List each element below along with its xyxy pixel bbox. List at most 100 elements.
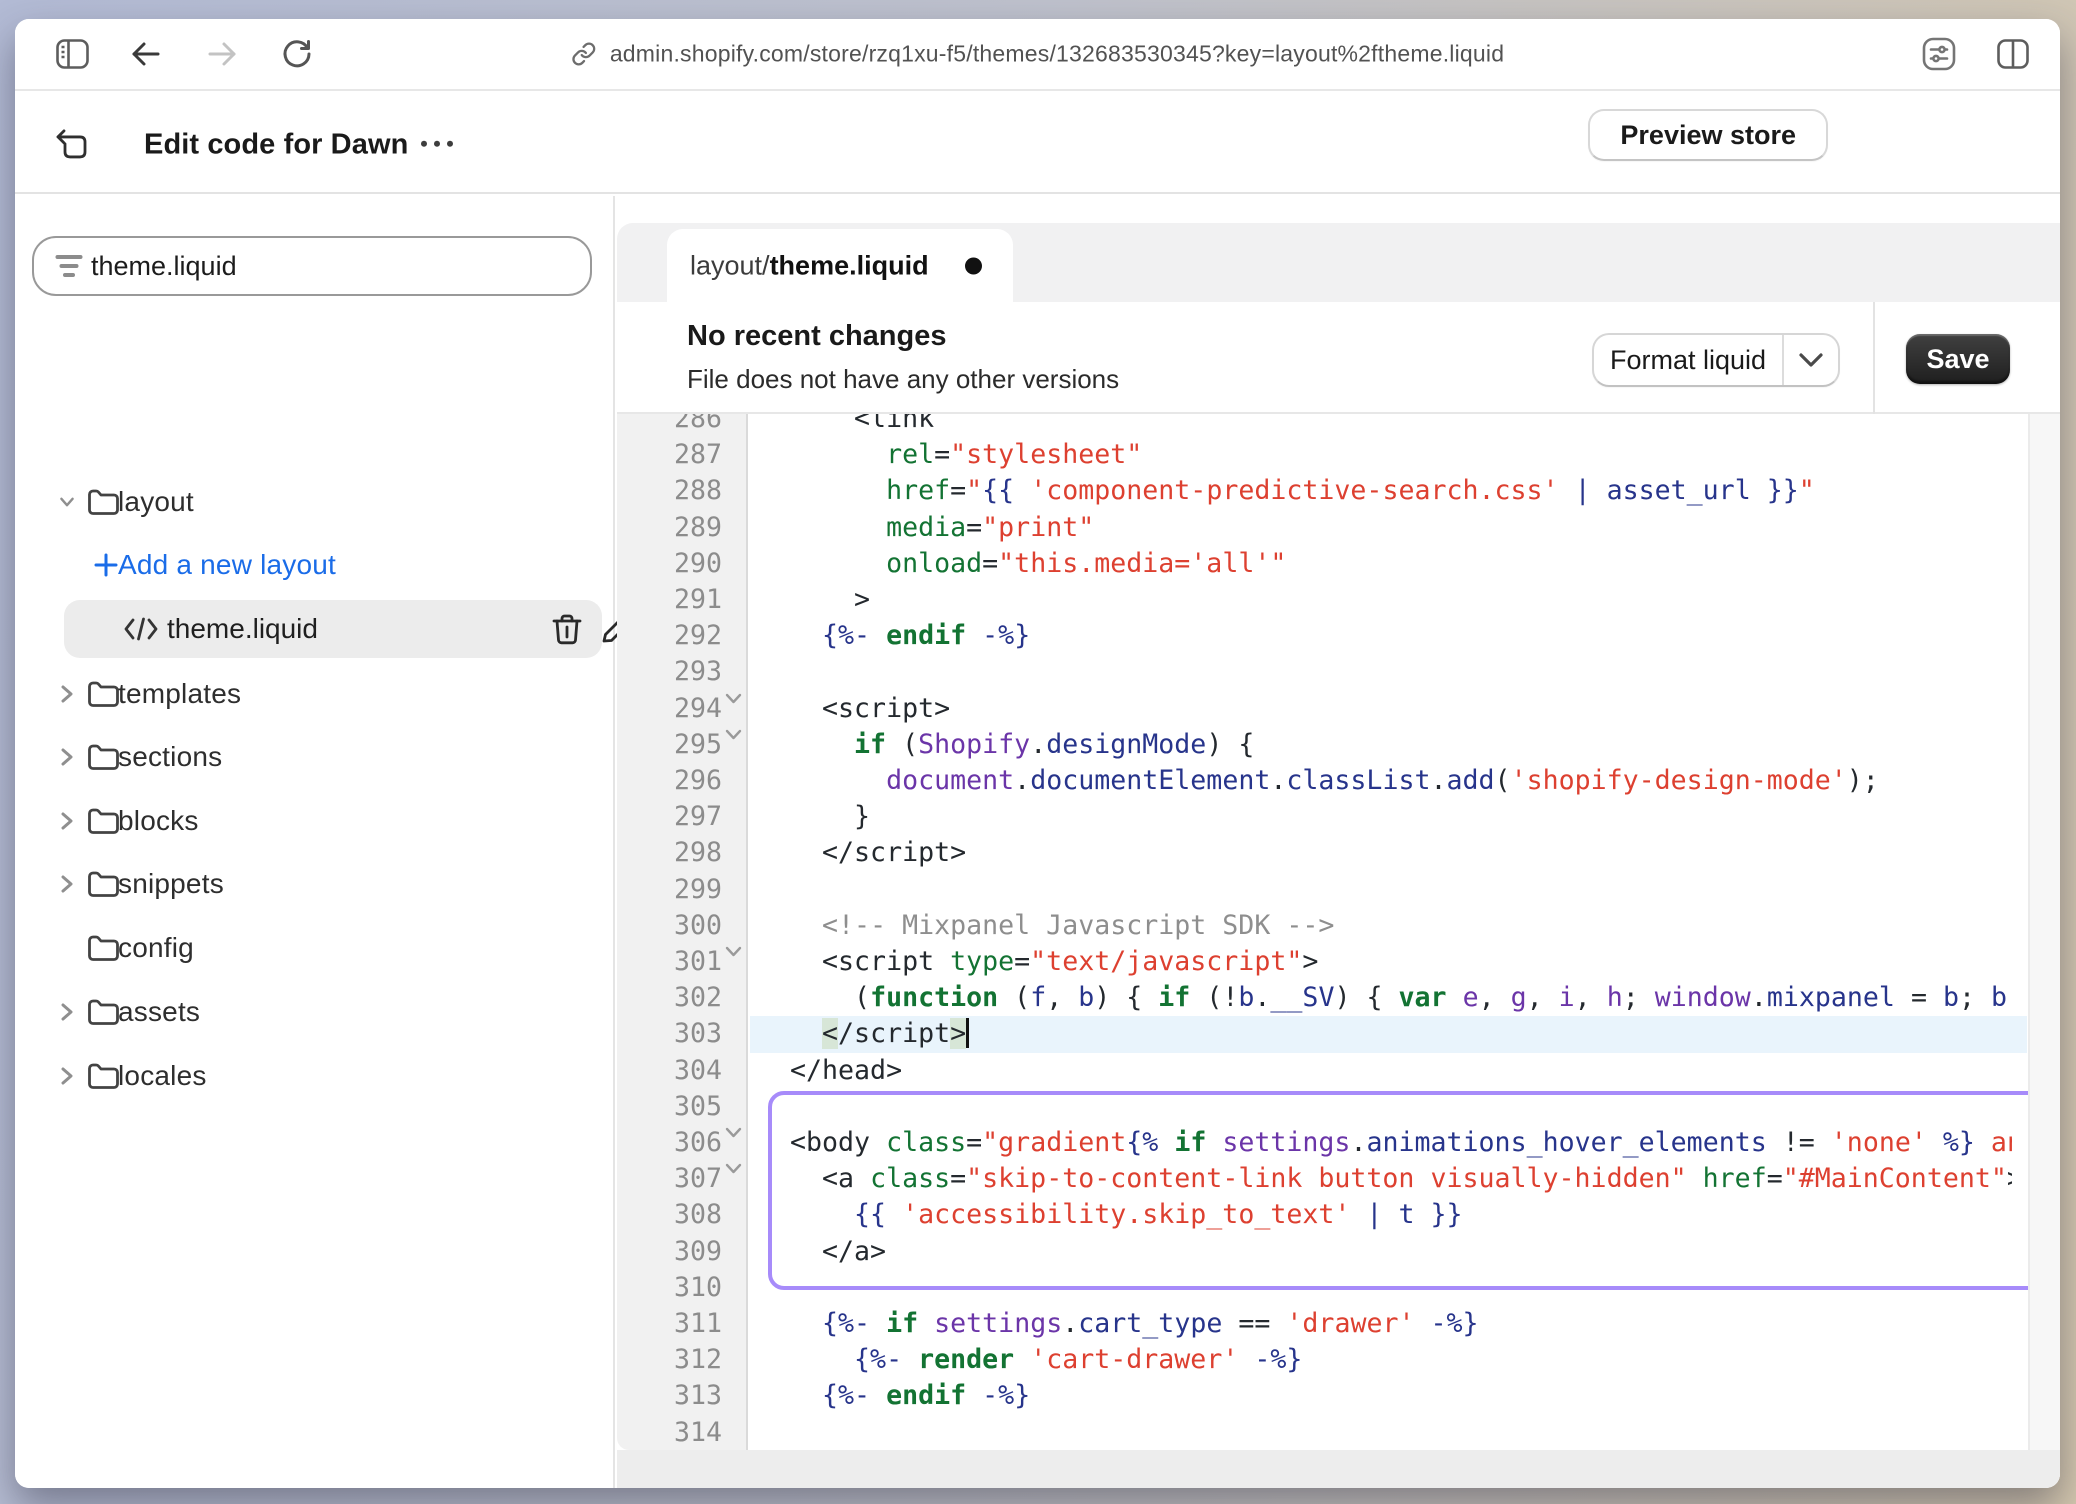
chevron-right-icon[interactable] [59,746,75,768]
split-view-icon[interactable] [1997,39,2029,69]
fold-icon[interactable] [725,693,745,705]
line-number: 312 [617,1342,722,1378]
chevron-down-icon[interactable] [1784,352,1838,368]
plus-icon [94,553,118,577]
vertical-scrollbar[interactable] [2028,414,2060,1450]
line-number: 290 [617,546,722,582]
save-button[interactable]: Save [1906,334,2010,384]
item-label: sections [118,741,222,773]
app-header: Edit code for Dawn Preview store [15,93,2060,194]
line-number: 298 [617,835,722,871]
line-number: 294 [617,691,722,727]
item-label: layout [118,486,194,518]
fold-icon[interactable] [725,1127,745,1139]
preview-store-button[interactable]: Preview store [1588,109,1828,161]
line-number: 287 [617,437,722,473]
code-viewport[interactable]: 286 <link287 rel="stylesheet"288 href="{… [617,414,2060,1488]
folder-icon [87,487,120,517]
folder-icon [87,869,120,899]
line-number: 297 [617,799,722,835]
chevron-right-icon[interactable] [59,1065,75,1087]
line-number: 288 [617,473,722,509]
line-number: 301 [617,944,722,980]
folder-icon [87,997,120,1027]
line-number: 313 [617,1378,722,1414]
line-number: 314 [617,1415,722,1451]
more-menu-icon[interactable] [421,140,453,146]
line-number: 300 [617,908,722,944]
chevron-right-icon[interactable] [59,873,75,895]
line-number: 304 [617,1053,722,1089]
tab-theme-liquid[interactable]: layout/theme.liquid [667,229,1013,302]
folder-icon [87,742,120,772]
sidebar-item-layout[interactable]: layout [15,473,613,531]
chevron-down-icon[interactable] [59,491,75,513]
fold-icon[interactable] [725,729,745,741]
line-number: 302 [617,980,722,1016]
search-value: theme.liquid [91,251,237,282]
code-editor-panel: layout/theme.liquid No recent changes Fi… [617,196,2060,1488]
sidebar-item-add-a-new-layout[interactable]: Add a new layout [15,536,613,594]
format-liquid-button[interactable]: Format liquid [1592,333,1840,387]
reload-icon[interactable] [282,39,312,69]
sidebar-item-config[interactable]: config [15,919,613,977]
code-file-icon [123,614,159,644]
status-title: No recent changes [687,320,946,353]
sidebar-toggle-icon[interactable] [56,39,89,69]
line-number: 299 [617,872,722,908]
folder-icon [87,679,120,709]
file-status-header: No recent changes File does not have any… [617,302,2060,414]
line-number: 292 [617,618,722,654]
exit-icon[interactable] [54,128,87,160]
item-label: blocks [118,805,199,837]
line-number: 311 [617,1306,722,1342]
back-icon[interactable] [131,41,160,67]
file-search-input[interactable]: theme.liquid [32,236,592,296]
file-sidebar: theme.liquid layout Add a new layout theme… [15,196,615,1488]
sidebar-item-sections[interactable]: sections [15,728,613,786]
status-subtitle: File does not have any other versions [687,364,1119,395]
unsaved-dot [965,257,982,274]
fold-icon[interactable] [725,1163,745,1175]
line-number: 286 [617,414,722,437]
file-label: theme.liquid [167,613,318,645]
browser-chrome: admin.shopify.com/store/rzq1xu-f5/themes… [15,19,2060,91]
forward-icon[interactable] [208,41,237,67]
sidebar-item-snippets[interactable]: snippets [15,855,613,913]
chevron-right-icon[interactable] [59,810,75,832]
chevron-right-icon[interactable] [59,1001,75,1023]
horizontal-scrollbar[interactable] [617,1450,2060,1488]
sidebar-item-assets[interactable]: assets [15,983,613,1041]
browser-window: admin.shopify.com/store/rzq1xu-f5/themes… [15,19,2060,1488]
line-number: 296 [617,763,722,799]
url-text[interactable]: admin.shopify.com/store/rzq1xu-f5/themes… [610,41,1504,68]
sidebar-item-theme.liquid[interactable]: theme.liquid [64,600,602,658]
item-label: Add a new layout [118,549,336,581]
item-label: config [118,932,194,964]
line-number: 308 [617,1197,722,1233]
line-number: 289 [617,510,722,546]
link-icon [571,42,596,67]
line-number: 310 [617,1270,722,1306]
editor-tab-bar: layout/theme.liquid [617,223,2060,302]
trash-icon[interactable] [552,614,582,646]
folder-icon [87,1061,120,1091]
folder-icon [87,933,120,963]
sidebar-item-locales[interactable]: locales [15,1047,613,1105]
item-label: templates [118,678,241,710]
sidebar-item-templates[interactable]: templates [15,665,613,723]
line-number: 307 [617,1161,722,1197]
line-number: 306 [617,1125,722,1161]
line-number: 303 [617,1016,722,1052]
folder-icon [87,806,120,836]
line-number: 305 [617,1089,722,1125]
chevron-right-icon[interactable] [59,683,75,705]
item-label: assets [118,996,200,1028]
filter-icon [55,254,83,278]
line-number: 295 [617,727,722,763]
line-number: 309 [617,1234,722,1270]
fold-icon[interactable] [725,946,745,958]
page-title: Edit code for Dawn [144,128,408,161]
sidebar-item-blocks[interactable]: blocks [15,792,613,850]
tune-icon[interactable] [1922,37,1956,71]
